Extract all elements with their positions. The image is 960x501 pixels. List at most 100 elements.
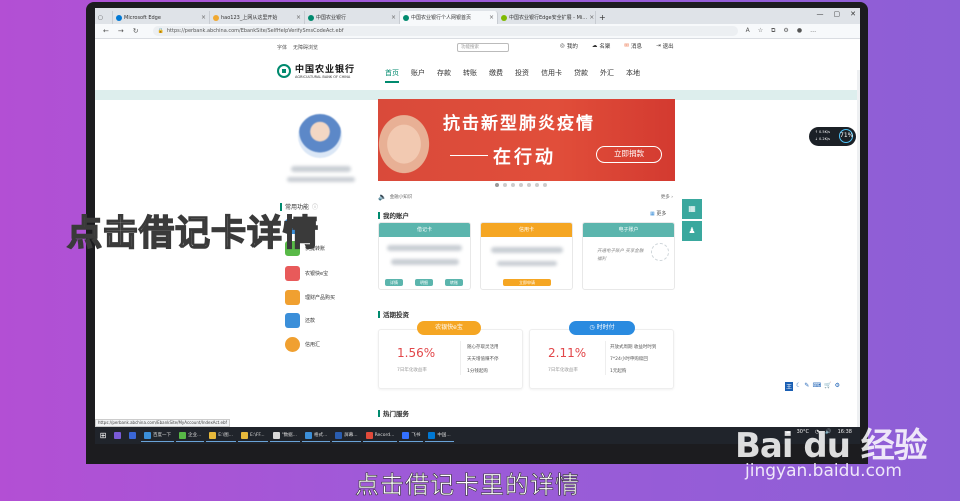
avatar[interactable] xyxy=(298,114,342,158)
donate-button[interactable]: 立即捐款 xyxy=(596,146,662,163)
coin-icon xyxy=(285,337,300,352)
tab-edge[interactable]: Microsoft Edge × xyxy=(113,11,210,24)
taskbar-item[interactable]: Record... xyxy=(362,429,398,442)
subtitle-caption: 点击借记卡里的详情 xyxy=(355,471,580,500)
customer-service-icon[interactable]: ♟ xyxy=(682,221,702,241)
record-icon xyxy=(365,431,373,439)
close-icon[interactable]: × xyxy=(296,14,301,21)
taskbar-item[interactable]: 企业... xyxy=(176,429,205,442)
nav-home[interactable]: 首页 xyxy=(385,68,399,83)
read-aloud-icon[interactable]: A xyxy=(746,27,750,35)
close-window-icon[interactable]: ✕ xyxy=(850,10,856,18)
maximize-icon[interactable]: ▢ xyxy=(834,10,841,18)
extensions-icon[interactable]: ⚙ xyxy=(783,27,788,35)
taskbar-item[interactable]: 中国... xyxy=(425,429,454,442)
taskbar-item[interactable]: 格式... xyxy=(301,429,331,442)
close-icon[interactable]: × xyxy=(391,14,396,21)
nav-transfer[interactable]: 转账 xyxy=(463,68,477,83)
tab-abc[interactable]: 中国农业银行 × xyxy=(305,11,400,24)
settings-icon[interactable]: ⚙ xyxy=(835,382,840,391)
page-scrollbar[interactable] xyxy=(857,70,860,427)
profile-icon[interactable]: ● xyxy=(797,27,802,35)
accounts-more-link[interactable]: ▦ 更多 xyxy=(650,210,666,217)
taskbar-pin[interactable] xyxy=(111,429,124,442)
nav-deposit[interactable]: 存款 xyxy=(437,68,451,83)
carousel-dot[interactable] xyxy=(543,183,547,187)
message-link[interactable]: ✉ 消息 xyxy=(624,42,642,50)
taskbar-item[interactable]: "数据... xyxy=(269,429,300,442)
carousel-dot[interactable] xyxy=(519,183,523,187)
logout-link[interactable]: ⇥ 退出 xyxy=(656,42,674,50)
credit-info-blurred xyxy=(491,247,563,253)
windows-start-icon[interactable]: ⊞ xyxy=(95,431,111,440)
taskbar-item[interactable]: 飞书 xyxy=(399,429,424,442)
notice-more-link[interactable]: 更多 › xyxy=(661,194,673,200)
nav-local[interactable]: 本地 xyxy=(626,68,640,83)
invest-heading: 活期投资 xyxy=(378,309,409,319)
function-search-input[interactable]: 功能搜索 xyxy=(457,43,509,52)
accessibility-link[interactable]: 无障碍浏览 xyxy=(293,44,318,51)
taskbar-item[interactable]: E:\FF... xyxy=(237,429,268,442)
back-icon[interactable]: ← xyxy=(103,27,109,35)
refresh-icon[interactable]: ↻ xyxy=(133,27,139,35)
nav-account[interactable]: 账户 xyxy=(411,68,425,83)
nav-credit-card[interactable]: 信用卡 xyxy=(541,68,562,83)
taskbar-item[interactable]: E:\图... xyxy=(206,429,236,442)
shishifu-button[interactable]: ◷ 时时付 xyxy=(569,321,635,335)
function-xinyonghui[interactable]: 信用汇 xyxy=(285,337,320,352)
user-icon: ◎ xyxy=(560,43,565,49)
taskbar-item[interactable]: 屏幕... xyxy=(332,429,361,442)
new-tab-button[interactable]: + xyxy=(596,11,610,24)
minimize-icon[interactable]: — xyxy=(817,10,824,18)
carousel-dot[interactable] xyxy=(535,183,539,187)
ime-logo-icon[interactable]: 王 xyxy=(785,382,794,391)
debit-statement-button[interactable]: 明细 xyxy=(415,279,433,286)
url-field[interactable]: 🔒 https://perbank.abchina.com/EbankSite/S… xyxy=(152,26,738,36)
nav-loan[interactable]: 贷款 xyxy=(574,68,588,83)
carousel-dot[interactable] xyxy=(495,183,499,187)
tab-actions[interactable]: ▢ xyxy=(95,11,113,24)
folder-icon xyxy=(240,431,248,439)
abc-logo[interactable]: 中国农业银行 AGRICULTURAL BANK OF CHINA xyxy=(277,62,355,79)
collections-icon[interactable]: ⧉ xyxy=(771,27,775,35)
tab-abc-ext[interactable]: 中国农业银行Edge安全扩展 - Mi… × xyxy=(498,11,596,24)
font-size-link[interactable]: 字体 xyxy=(277,44,287,51)
debit-detail-button[interactable]: 详情 xyxy=(385,279,403,286)
function-wealth[interactable]: 理财产品购买 xyxy=(285,290,335,305)
my-link[interactable]: ◎ 我的 xyxy=(560,42,578,50)
credit-apply-button[interactable]: 立即申请 xyxy=(503,279,551,286)
taskbar-pin[interactable] xyxy=(126,429,139,442)
taskbar-item[interactable]: 百度一下 xyxy=(141,429,174,442)
nav-forex[interactable]: 外汇 xyxy=(600,68,614,83)
forward-icon[interactable]: → xyxy=(118,27,124,35)
notice-text[interactable]: 金融小知识 xyxy=(390,194,413,200)
network-speed-widget[interactable]: ↑ 0.5K/s ↓ 0.2K/s 71% xyxy=(809,127,856,146)
close-icon[interactable]: × xyxy=(589,14,594,21)
mingju-link[interactable]: ☁ 名聚 xyxy=(592,42,611,50)
function-repay[interactable]: 还款 xyxy=(285,313,315,328)
close-icon[interactable]: × xyxy=(201,14,206,21)
pen-icon[interactable]: ✎ xyxy=(804,382,809,391)
menu-icon[interactable]: … xyxy=(810,27,816,35)
carousel-dot[interactable] xyxy=(511,183,515,187)
carousel-dot[interactable] xyxy=(527,183,531,187)
moon-icon[interactable]: ☾ xyxy=(796,382,801,391)
nav-payment[interactable]: 缴费 xyxy=(489,68,503,83)
tab-abc-home[interactable]: 中国农业银行个人网银首页 × xyxy=(400,11,498,24)
favorite-icon[interactable]: ☆ xyxy=(758,27,763,35)
cart-icon[interactable]: 🛒 xyxy=(824,382,831,391)
debit-transfer-button[interactable]: 转账 xyxy=(445,279,463,286)
epidemic-banner[interactable]: 抗击新型肺炎疫情 在行动 立即捐款 xyxy=(378,99,675,181)
qrcode-icon[interactable]: ▦ xyxy=(682,199,702,219)
close-icon[interactable]: × xyxy=(489,14,494,21)
kuaie-button[interactable]: 农银快e宝 xyxy=(417,321,481,335)
function-kuaie[interactable]: 农银快e宝 xyxy=(285,266,328,281)
app-icon xyxy=(304,431,312,439)
keyboard-icon[interactable]: ⌨ xyxy=(812,382,821,391)
tab-hao123[interactable]: hao123_上网从这里开始 × xyxy=(210,11,305,24)
nav-invest[interactable]: 投资 xyxy=(515,68,529,83)
lock-icon: 🔒 xyxy=(157,28,164,34)
carousel-dot[interactable] xyxy=(503,183,507,187)
divider xyxy=(460,341,461,375)
app-icon xyxy=(179,431,186,439)
